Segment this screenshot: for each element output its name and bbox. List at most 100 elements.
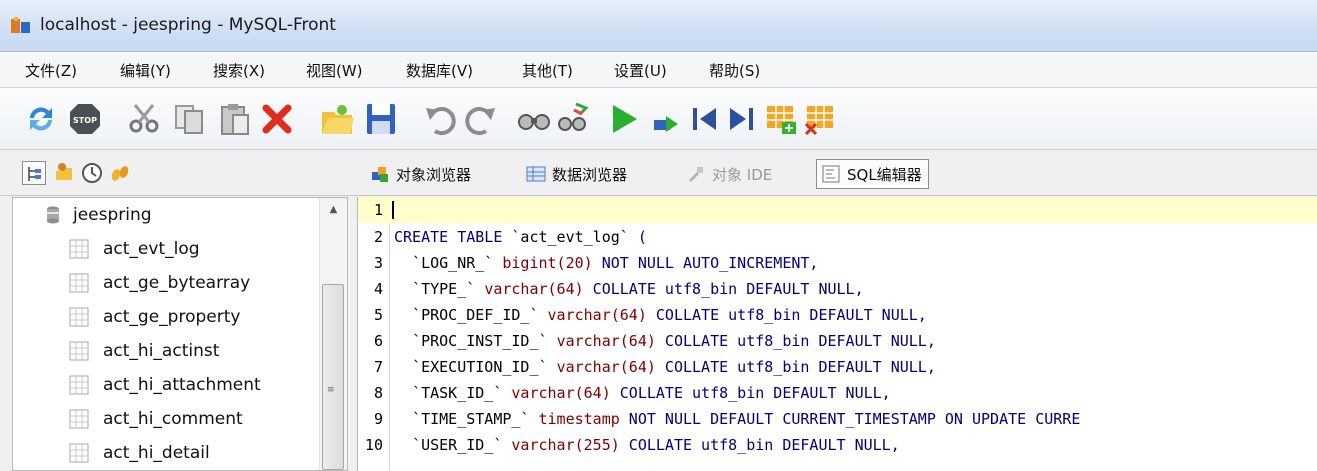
tree-item[interactable]: act_hi_actinst (69, 334, 347, 368)
add-row-icon[interactable] (762, 100, 800, 138)
code-line[interactable]: 7 `EXECUTION_ID_` varchar(64) COLLATE ut… (358, 354, 1317, 380)
code-line[interactable]: 4 `TYPE_` varchar(64) COLLATE utf8_bin D… (358, 276, 1317, 302)
tree-item-label: act_ge_property (103, 307, 241, 327)
tab-object-browser[interactable]: 对象浏览器 (370, 160, 471, 188)
code-text: `PROC_INST_ID_` varchar(64) COLLATE utf8… (412, 332, 936, 350)
table-icon (69, 409, 89, 429)
code-line[interactable]: 3 `LOG_NR_` bigint(20) NOT NULL AUTO_INC… (358, 250, 1317, 276)
line-number: 5 (373, 306, 383, 324)
code-text: CREATE TABLE `act_evt_log` ( (394, 228, 647, 246)
line-number: 3 (373, 254, 383, 272)
line-number: 7 (373, 358, 383, 376)
line-number: 1 (373, 201, 383, 219)
redo-icon[interactable] (461, 100, 499, 138)
tab-data-browser[interactable]: 数据浏览器 (526, 160, 627, 188)
code-text: `TIME_STAMP_` timestamp NOT NULL DEFAULT… (412, 410, 1081, 428)
tree-item[interactable]: act_hi_comment (69, 402, 347, 436)
code-line[interactable]: 5 `PROC_DEF_ID_` varchar(64) COLLATE utf… (358, 302, 1317, 328)
tree-item[interactable]: act_hi_detail (69, 436, 347, 470)
code-line[interactable]: 6 `PROC_INST_ID_` varchar(64) COLLATE ut… (358, 328, 1317, 354)
stop-icon[interactable]: STOP (66, 100, 104, 138)
sql-editor[interactable]: 1 2 CREATE TABLE `act_evt_log` ( 3 `LOG_… (357, 197, 1317, 471)
view-bar: 对象浏览器 数据浏览器 对象 IDE SQL编辑器 (0, 150, 1317, 196)
undo-icon[interactable] (422, 100, 460, 138)
replace-icon[interactable] (554, 100, 592, 138)
code-text: `TYPE_` varchar(64) COLLATE utf8_bin DEF… (412, 280, 864, 298)
tree-item[interactable]: act_hi_attachment (69, 368, 347, 402)
delete-icon[interactable] (258, 100, 296, 138)
line-number: 8 (373, 384, 383, 402)
tree-item[interactable]: act_ge_property (69, 300, 347, 334)
tree-db-node[interactable]: jeespring (43, 198, 347, 232)
scroll-up-arrow-icon[interactable]: ▲ (320, 198, 347, 220)
code-line[interactable]: 10 `USER_ID_` varchar(255) COLLATE utf8_… (358, 432, 1317, 458)
first-icon[interactable] (686, 100, 724, 138)
copy-icon[interactable] (170, 100, 208, 138)
tab-label: 对象 IDE (712, 165, 773, 184)
tab-label: SQL编辑器 (847, 165, 922, 184)
grip-icon: ≡ (327, 385, 335, 395)
code-text: `USER_ID_` varchar(255) COLLATE utf8_bin… (412, 436, 900, 454)
code-line[interactable]: 9 `TIME_STAMP_` timestamp NOT NULL DEFAU… (358, 406, 1317, 432)
history-icon[interactable] (80, 161, 104, 185)
menu-search[interactable]: 搜索(X) (213, 60, 265, 81)
svg-text:STOP: STOP (73, 116, 97, 125)
code-line[interactable]: 1 (358, 197, 1317, 223)
tree-view-icon[interactable] (22, 161, 46, 185)
line-number: 6 (373, 332, 383, 350)
tree-item-label: act_hi_attachment (103, 375, 261, 395)
tree-scrollbar[interactable]: ▲ ≡ (319, 198, 347, 470)
code-line[interactable]: 2 CREATE TABLE `act_evt_log` ( (358, 224, 1317, 250)
table-icon (69, 307, 89, 327)
app-icon (11, 17, 30, 33)
code-text: `PROC_DEF_ID_` varchar(64) COLLATE utf8_… (412, 306, 927, 324)
sql-tags-icon[interactable] (108, 161, 132, 185)
tab-sql-editor[interactable]: SQL编辑器 (816, 159, 929, 189)
menu-settings[interactable]: 设置(U) (614, 60, 667, 81)
tab-object-ide[interactable]: 对象 IDE (686, 160, 772, 188)
paste-icon[interactable] (216, 100, 254, 138)
database-icon (47, 206, 59, 224)
tree-item-label: act_hi_actinst (103, 341, 220, 361)
menu-help[interactable]: 帮助(S) (709, 60, 760, 81)
find-icon[interactable] (515, 100, 553, 138)
tab-label: 对象浏览器 (396, 165, 472, 184)
scroll-thumb[interactable] (322, 284, 344, 470)
tree-item-label: act_hi_comment (103, 409, 243, 429)
table-icon (69, 239, 89, 259)
save-icon[interactable] (362, 100, 400, 138)
menu-other[interactable]: 其他(T) (522, 60, 573, 81)
table-icon (69, 273, 89, 293)
main-toolbar: STOP (0, 88, 1317, 150)
refresh-icon[interactable] (22, 100, 60, 138)
menu-database[interactable]: 数据库(V) (406, 60, 473, 81)
line-number: 10 (364, 436, 383, 454)
menu-file[interactable]: 文件(Z) (25, 60, 77, 81)
line-number: 9 (373, 410, 383, 428)
run-icon[interactable] (604, 100, 642, 138)
object-tree: jeespring act_evt_log act_ge_bytearray a… (12, 197, 348, 471)
cut-icon[interactable] (125, 100, 163, 138)
run-line-icon[interactable] (646, 100, 684, 138)
menu-view[interactable]: 视图(W) (306, 60, 363, 81)
delete-row-icon[interactable] (802, 100, 840, 138)
title-bar: localhost - jeespring - MySQL-Front (0, 0, 1317, 52)
code-text: `TASK_ID_` varchar(64) COLLATE utf8_bin … (412, 384, 891, 402)
tree-item-label: act_ge_bytearray (103, 273, 251, 293)
window-title: localhost - jeespring - MySQL-Front (40, 15, 336, 35)
code-line[interactable]: 8 `TASK_ID_` varchar(64) COLLATE utf8_bi… (358, 380, 1317, 406)
favorites-icon[interactable] (52, 161, 76, 185)
menu-edit[interactable]: 编辑(Y) (120, 60, 171, 81)
last-icon[interactable] (722, 100, 760, 138)
object-browser-icon (372, 167, 388, 182)
tab-label: 数据浏览器 (552, 165, 628, 184)
line-number: 2 (373, 228, 383, 246)
table-icon (69, 375, 89, 395)
tree-item[interactable]: act_evt_log (69, 232, 347, 266)
open-icon[interactable] (318, 100, 356, 138)
text-caret (392, 201, 394, 219)
tree-item[interactable]: act_ge_bytearray (69, 266, 347, 300)
menu-bar: 文件(Z) 编辑(Y) 搜索(X) 视图(W) 数据库(V) 其他(T) 设置(… (0, 52, 1317, 88)
data-browser-icon (526, 166, 546, 182)
table-icon (69, 443, 89, 463)
